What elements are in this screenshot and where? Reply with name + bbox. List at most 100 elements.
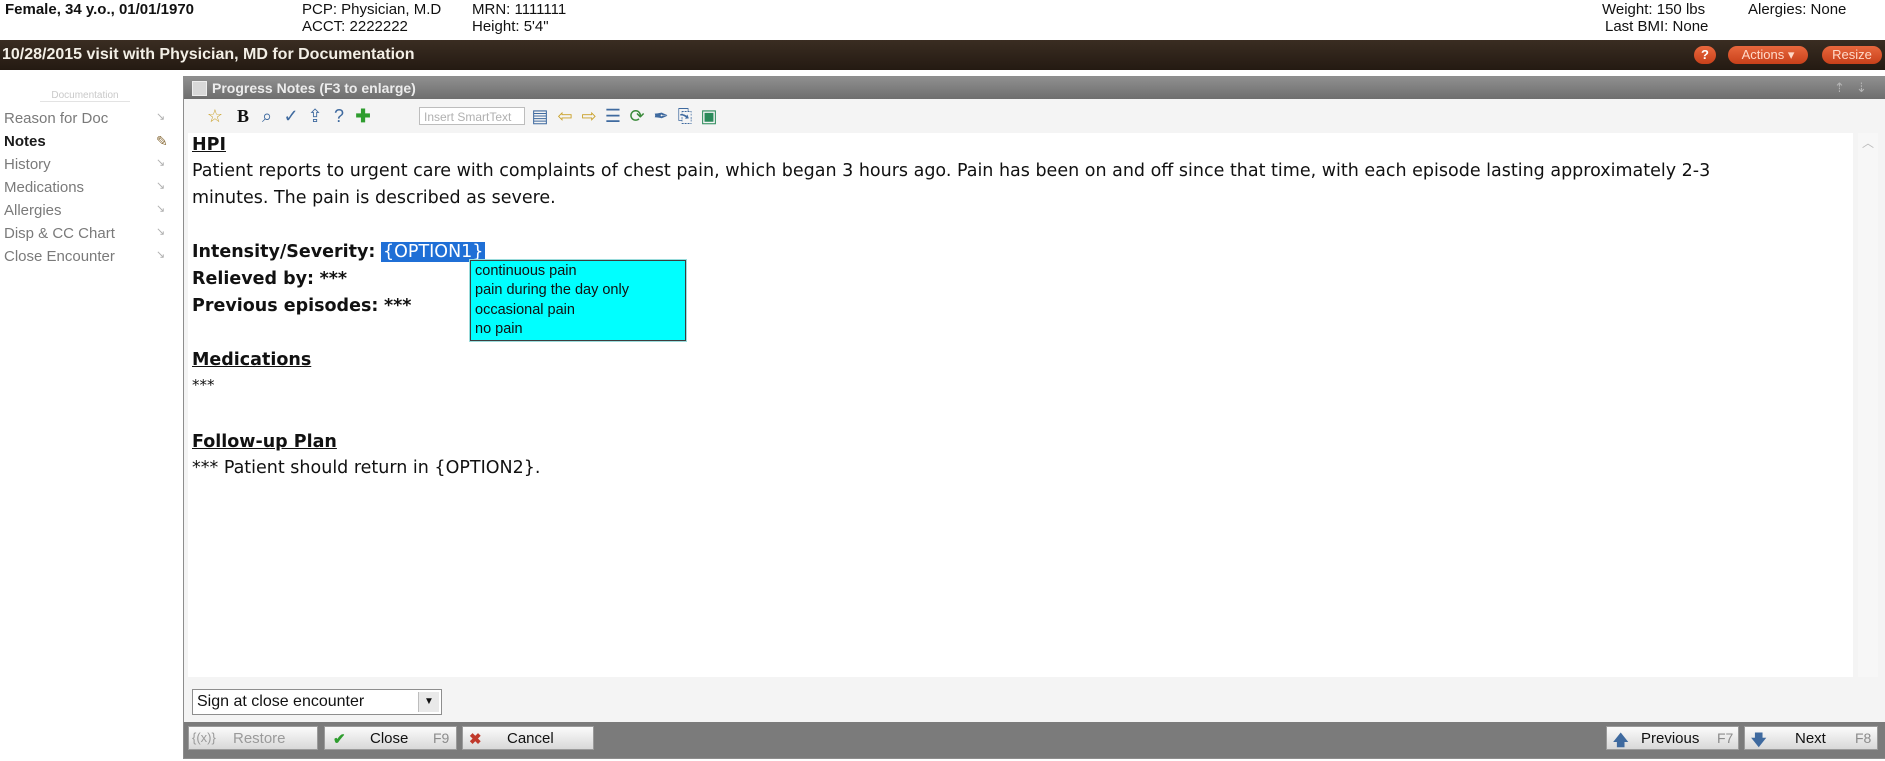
intensity-line: Intensity/Severity: {OPTION1} — [192, 242, 486, 262]
cancel-button[interactable]: ✖ Cancel — [462, 726, 594, 750]
signature-pen-icon[interactable]: ✒ — [650, 105, 672, 127]
jump-arrow-icon: ↘ — [156, 157, 166, 169]
cancel-x-icon: ✖ — [469, 731, 482, 748]
restore-key: {(x)} — [192, 730, 216, 745]
bold-button[interactable]: B — [232, 105, 254, 127]
notes-footer: {(x)} Restore ✔ Close F9 ✖ Cancel 🡅 Prev… — [184, 722, 1885, 758]
dropdown-option[interactable]: occasional pain — [475, 302, 575, 318]
progress-notes-title: Progress Notes (F3 to enlarge) — [212, 80, 416, 96]
favorite-star-icon[interactable]: ☆ — [204, 105, 226, 127]
patient-last-bmi: Last BMI: None — [1605, 18, 1709, 35]
previous-key: F7 — [1717, 730, 1734, 746]
share-icon[interactable]: ⇪ — [304, 105, 326, 127]
nav-item-label: Notes — [4, 133, 46, 150]
jump-arrow-icon: ↘ — [156, 249, 166, 261]
hpi-heading: HPI — [192, 135, 226, 155]
nav-item-label: History — [4, 156, 51, 173]
followup-heading: Follow-up Plan — [192, 432, 337, 452]
help-query-icon[interactable]: ? — [328, 105, 350, 127]
nav-item-close-encounter[interactable]: Close Encounter ↘ — [4, 246, 174, 268]
checkmark-icon: ✔ — [333, 731, 346, 748]
nav-item-medications[interactable]: Medications ↘ — [4, 177, 174, 199]
jump-arrow-icon: ↘ — [156, 226, 166, 238]
patient-mrn: MRN: 1111111 — [472, 1, 567, 18]
sign-option-select[interactable]: Sign at close encounter ▼ — [192, 689, 442, 715]
jump-arrow-icon: ↘ — [156, 180, 166, 192]
nav-item-history[interactable]: History ↘ — [4, 154, 174, 176]
next-key: F8 — [1855, 730, 1872, 746]
nav-item-notes[interactable]: Notes ✎ — [4, 131, 174, 153]
smarttext-input[interactable]: Insert SmartText — [419, 107, 525, 125]
download-icon[interactable]: ⇣ — [1856, 80, 1867, 96]
previous-field-arrow-icon[interactable]: ⇦ — [554, 105, 576, 127]
progress-notes-header: Progress Notes (F3 to enlarge) ⇡ ⇣ — [184, 77, 1885, 99]
refresh-icon[interactable]: ⟳ — [626, 105, 648, 127]
dropdown-option[interactable]: continuous pain — [475, 263, 577, 279]
medications-value[interactable]: *** — [192, 376, 215, 394]
next-label: Next — [1795, 730, 1826, 747]
close-label: Close — [370, 730, 409, 747]
option1-smartlist-field[interactable]: {OPTION1} — [380, 242, 486, 262]
document-list-icon[interactable]: ☰ — [602, 105, 624, 127]
nav-item-label: Close Encounter — [4, 248, 115, 265]
nav-item-allergies[interactable]: Allergies ↘ — [4, 200, 174, 222]
note-editor[interactable]: HPI Patient reports to urgent care with … — [188, 133, 1853, 677]
zoom-icon[interactable]: ⌕ — [256, 105, 278, 127]
next-button[interactable]: 🡇 Next F8 — [1744, 726, 1878, 750]
patient-weight: Weight: 150 lbs — [1602, 1, 1706, 18]
actions-button[interactable]: Actions ▾ — [1728, 46, 1808, 64]
help-button[interactable]: ? — [1694, 46, 1716, 64]
restore-label: Restore — [233, 730, 286, 747]
hpi-text-line-1: Patient reports to urgent care with comp… — [192, 161, 1711, 181]
relieved-value[interactable]: *** — [320, 269, 347, 289]
patient-allergies: Alergies: None — [1748, 1, 1847, 18]
close-key: F9 — [433, 730, 450, 746]
notes-icon — [192, 81, 207, 96]
previous-episodes-line: Previous episodes: *** — [192, 296, 411, 316]
left-navigation: Documentation Reason for Doc ↘ Notes ✎ H… — [0, 70, 180, 761]
next-field-arrow-icon[interactable]: ⇨ — [578, 105, 600, 127]
nav-item-reason-for-doc[interactable]: Reason for Doc ↘ — [4, 108, 174, 130]
arrow-down-icon: 🡇 — [1751, 732, 1767, 749]
nav-item-label: Reason for Doc — [4, 110, 109, 127]
nav-item-label: Allergies — [4, 202, 62, 219]
editor-scrollbar[interactable]: ︿ — [1858, 133, 1878, 677]
patient-summary: Female, 34 y.o., 01/01/1970 — [5, 1, 195, 18]
followup-text: *** Patient should return in {OPTION2}. — [192, 458, 541, 478]
nav-item-disp-cc-chart[interactable]: Disp & CC Chart ↘ — [4, 223, 174, 245]
relieved-line: Relieved by: *** — [192, 269, 347, 289]
image-icon[interactable]: ▣ — [698, 105, 720, 127]
dropdown-option[interactable]: pain during the day only — [475, 282, 629, 298]
restore-button[interactable]: {(x)} Restore — [188, 726, 318, 750]
nav-item-label: Medications — [4, 179, 85, 196]
option1-dropdown-list: continuous pain pain during the day only… — [470, 260, 686, 341]
sign-option-value: Sign at close encounter — [197, 693, 365, 710]
edit-note-icon: ✎ — [156, 133, 168, 149]
close-button[interactable]: ✔ Close F9 — [324, 726, 457, 750]
jump-arrow-icon: ↘ — [156, 111, 166, 123]
hpi-text-line-2: minutes. The pain is described as severe… — [192, 188, 556, 208]
nav-section-title: Documentation — [40, 90, 130, 102]
intensity-label: Intensity/Severity: — [192, 242, 376, 262]
visit-bar: 10/28/2015 visit with Physician, MD for … — [0, 40, 1885, 70]
spellcheck-icon[interactable]: ✓ — [280, 105, 302, 127]
previous-label: Previous — [1641, 730, 1700, 747]
collapse-up-icon[interactable]: ⇡ — [1834, 80, 1845, 96]
nav-item-label: Disp & CC Chart — [4, 225, 115, 242]
scroll-up-icon[interactable]: ︿ — [1858, 133, 1878, 153]
patient-acct: ACCT: 2222222 — [302, 18, 408, 35]
progress-notes-panel: Progress Notes (F3 to enlarge) ⇡ ⇣ ☆ B ⌕… — [183, 76, 1885, 759]
smartlist-icon[interactable]: ▤ — [529, 105, 551, 127]
link-icon[interactable]: ⎘ — [674, 105, 696, 127]
previous-episodes-label: Previous episodes: — [192, 296, 379, 316]
add-icon[interactable]: ✚ — [352, 105, 374, 127]
previous-button[interactable]: 🡅 Previous F7 — [1606, 726, 1739, 750]
relieved-label: Relieved by: — [192, 269, 315, 289]
patient-height: Height: 5'4" — [472, 18, 549, 35]
chevron-down-icon[interactable]: ▼ — [418, 692, 439, 712]
previous-episodes-value[interactable]: *** — [384, 296, 411, 316]
resize-button[interactable]: Resize — [1822, 46, 1882, 64]
dropdown-option[interactable]: no pain — [475, 321, 523, 337]
note-toolbar: ☆ B ⌕ ✓ ⇪ ? ✚ Insert SmartText ▤ ⇦ ⇨ ☰ ⟳… — [184, 99, 1885, 133]
visit-title: 10/28/2015 visit with Physician, MD for … — [2, 46, 415, 63]
